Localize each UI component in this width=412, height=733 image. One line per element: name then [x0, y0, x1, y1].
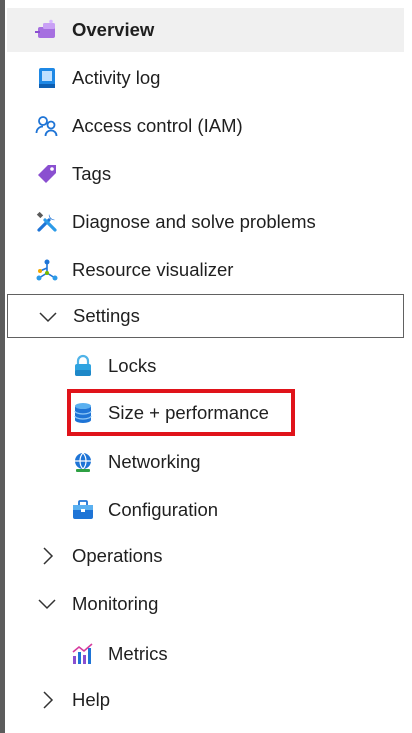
- menu-item-resource-visualizer[interactable]: Resource visualizer: [7, 248, 404, 292]
- tag-icon: [35, 162, 59, 186]
- menu-item-label: Diagnose and solve problems: [72, 211, 316, 232]
- chevron-down-icon: [38, 307, 58, 327]
- resource-menu: Overview Activity log Access control (IA…: [0, 0, 412, 733]
- menu-group-settings[interactable]: Settings: [7, 294, 404, 338]
- menu-item-tags[interactable]: Tags: [7, 152, 404, 196]
- overview-icon: [35, 18, 59, 42]
- resource-visualizer-icon: [35, 258, 59, 282]
- menu-item-label: Overview: [72, 19, 155, 40]
- menu-item-diagnose[interactable]: Diagnose and solve problems: [7, 200, 404, 244]
- metrics-icon: [71, 642, 95, 666]
- wrench-icon: [35, 210, 59, 234]
- menu-item-metrics[interactable]: Metrics: [7, 632, 404, 676]
- chevron-down-icon: [37, 594, 57, 614]
- chevron-right-icon: [37, 690, 57, 710]
- menu-item-networking[interactable]: Networking: [7, 440, 404, 484]
- menu-item-label: Size + performance: [108, 402, 269, 423]
- menu-item-label: Locks: [108, 355, 157, 376]
- database-icon: [71, 401, 95, 425]
- menu-item-label: Resource visualizer: [72, 259, 234, 280]
- menu-item-configuration[interactable]: Configuration: [7, 488, 404, 532]
- menu-group-label: Help: [72, 689, 111, 710]
- menu-item-label: Metrics: [108, 643, 168, 664]
- menu-item-overview[interactable]: Overview: [7, 8, 404, 52]
- menu-item-access-control[interactable]: Access control (IAM): [7, 104, 404, 148]
- access-control-icon: [35, 114, 59, 138]
- menu-item-label: Tags: [72, 163, 112, 184]
- lock-icon: [71, 354, 95, 378]
- configuration-icon: [71, 498, 95, 522]
- menu-group-label: Settings: [73, 305, 140, 326]
- menu-item-label: Networking: [108, 451, 201, 472]
- activity-log-icon: [35, 66, 59, 90]
- networking-icon: [71, 450, 95, 474]
- menu-group-help[interactable]: Help: [7, 678, 404, 722]
- menu-item-locks[interactable]: Locks: [7, 344, 404, 388]
- menu-group-label: Operations: [72, 545, 163, 566]
- menu-group-operations[interactable]: Operations: [7, 534, 404, 578]
- chevron-right-icon: [37, 546, 57, 566]
- menu-item-label: Configuration: [108, 499, 219, 520]
- menu-item-label: Access control (IAM): [72, 115, 243, 136]
- menu-item-label: Activity log: [72, 67, 161, 88]
- menu-item-activity-log[interactable]: Activity log: [7, 56, 404, 100]
- menu-group-monitoring[interactable]: Monitoring: [7, 582, 404, 626]
- menu-group-label: Monitoring: [72, 593, 159, 614]
- menu-item-size-performance[interactable]: Size + performance: [7, 391, 404, 435]
